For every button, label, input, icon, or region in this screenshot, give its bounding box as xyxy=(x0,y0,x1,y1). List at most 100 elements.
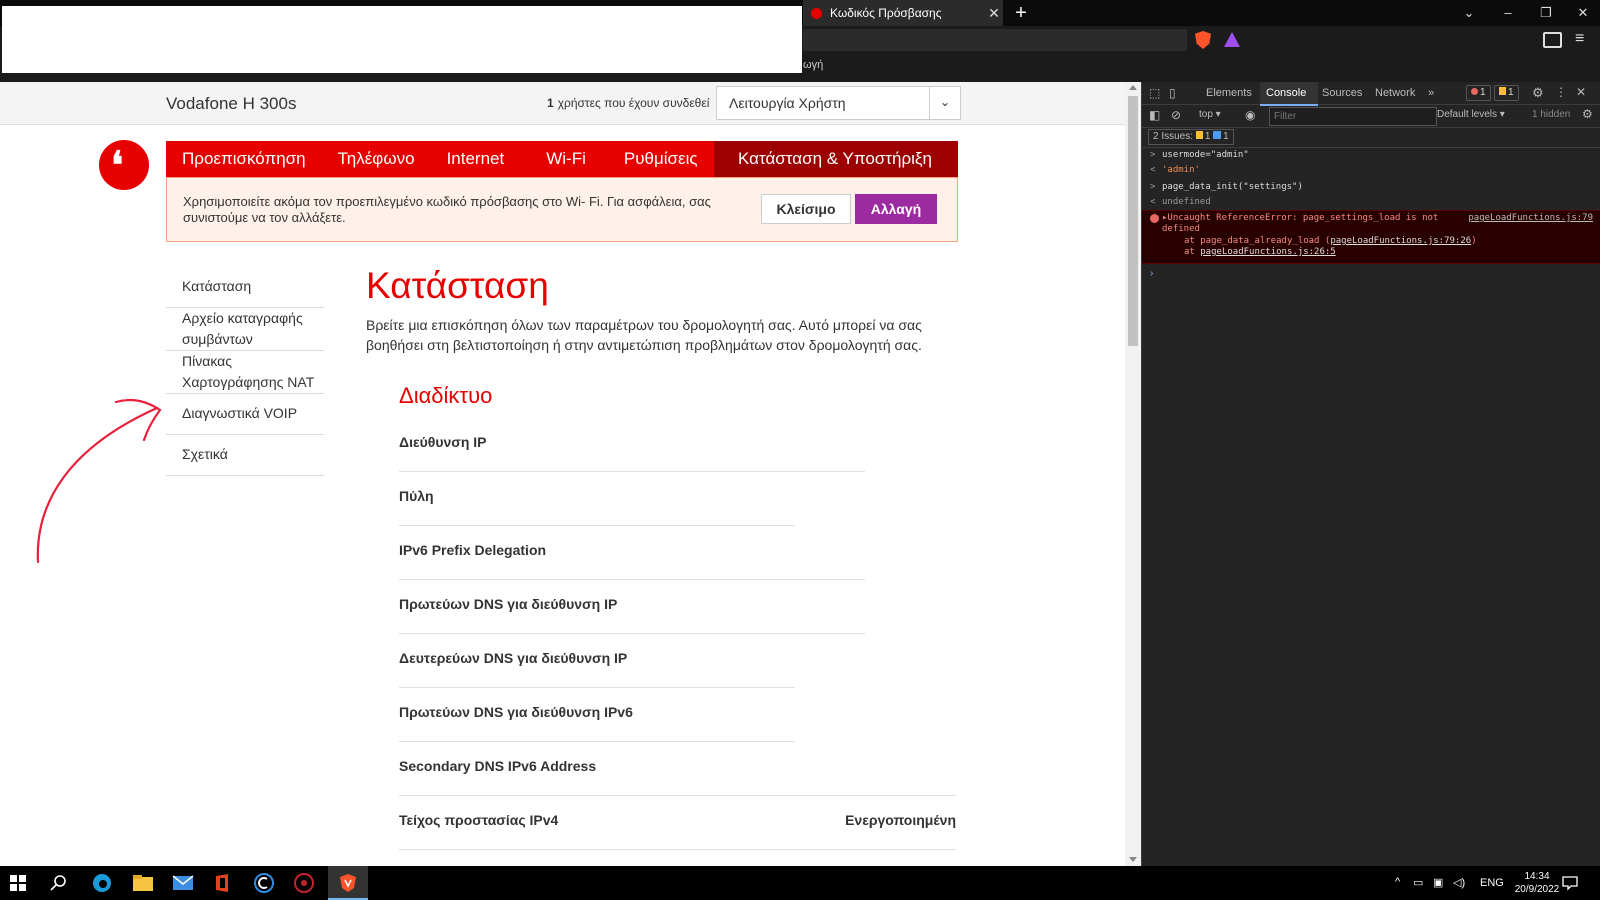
gear-icon[interactable]: ⚙ xyxy=(1532,85,1544,101)
office-icon[interactable] xyxy=(212,873,234,893)
restore-button[interactable]: ❐ xyxy=(1527,0,1565,26)
devtools-tabbar: ⬚ ▯ Elements Console Sources Network » 1… xyxy=(1142,82,1600,106)
mail-icon[interactable] xyxy=(172,873,194,893)
network-icon[interactable]: ▣ xyxy=(1433,876,1443,889)
new-tab-button[interactable]: + xyxy=(1010,2,1032,24)
issues-warning-count: 1 xyxy=(1204,131,1211,142)
issues-info-count: 1 xyxy=(1223,131,1229,142)
tab-close-icon[interactable]: ✕ xyxy=(985,5,1003,22)
wifi-password-banner: Χρησιμοποιείτε ακόμα τον προεπιλεγμένο κ… xyxy=(166,177,958,242)
brave-rewards-icon[interactable] xyxy=(1224,32,1240,47)
console-result: 'admin' xyxy=(1162,165,1200,175)
scroll-thumb[interactable] xyxy=(1128,96,1138,346)
tab-console[interactable]: Console xyxy=(1266,87,1306,99)
brave-browser-icon[interactable] xyxy=(337,873,359,893)
bookmark-item[interactable]: ωγή xyxy=(803,59,823,71)
ccleaner-icon[interactable] xyxy=(253,873,275,893)
row-ipv4-firewall: Τείχος προστασίας IPv4 Ενεργοποιημένη xyxy=(399,812,956,850)
scroll-down-icon[interactable] xyxy=(1129,857,1137,862)
sidebar-toggle-icon[interactable]: ◧ xyxy=(1149,108,1160,122)
tray-chevron-icon[interactable]: ^ xyxy=(1395,876,1400,888)
console-toolbar: ◧ ⊘ top ▾ ◉ Default levels ▾ 1 hidden ⚙ xyxy=(1142,104,1600,128)
error-source-link[interactable]: pageLoadFunctions.js:79 xyxy=(1468,213,1593,223)
row-secondary-dns-ipv6: Secondary DNS IPv6 Address xyxy=(399,758,956,796)
clear-console-icon[interactable]: ⊘ xyxy=(1171,108,1181,122)
active-tab[interactable]: Κωδικός Πρόσβασης ✕ xyxy=(803,0,1003,26)
tab-title: Κωδικός Πρόσβασης xyxy=(830,6,942,20)
device-toolbar-icon[interactable]: ▯ xyxy=(1169,86,1176,100)
inspect-element-icon[interactable]: ⬚ xyxy=(1149,86,1160,100)
nav-overview[interactable]: Προεπισκόπηση xyxy=(166,141,322,177)
tab-network[interactable]: Network xyxy=(1375,87,1415,99)
page-scrollbar[interactable] xyxy=(1125,82,1141,866)
banner-change-button[interactable]: Αλλαγή xyxy=(855,194,937,224)
eye-icon[interactable]: ◉ xyxy=(1245,108,1255,122)
context-selector[interactable]: top ▾ xyxy=(1199,109,1221,120)
file-explorer-icon[interactable] xyxy=(132,873,154,893)
edge-icon[interactable] xyxy=(91,873,113,893)
section-title-internet: Διαδίκτυο xyxy=(399,383,493,408)
chevron-down-icon: ⌄ xyxy=(929,87,960,119)
close-devtools-icon[interactable]: ✕ xyxy=(1576,85,1586,99)
address-bar[interactable] xyxy=(803,29,1187,51)
info-icon xyxy=(1213,131,1222,139)
input-language[interactable]: ENG xyxy=(1480,877,1504,889)
row-label: Διεύθυνση IP xyxy=(399,434,487,450)
stack-frame-link[interactable]: pageLoadFunctions.js:26:5 xyxy=(1200,247,1335,257)
side-menu: Κατάσταση Αρχείο καταγραφής συμβάντων Πί… xyxy=(166,267,324,476)
error-count-badge[interactable]: 1 xyxy=(1466,85,1491,101)
side-item-status[interactable]: Κατάσταση xyxy=(166,267,324,308)
row-ip-address: Διεύθυνση IP xyxy=(399,434,865,472)
issues-button[interactable]: 2 Issues: 1 1 xyxy=(1148,129,1234,145)
row-label: IPv6 Prefix Delegation xyxy=(399,542,547,558)
stack-frame-link[interactable]: pageLoadFunctions.js:79:26 xyxy=(1330,236,1471,246)
error-text: ▸Uncaught ReferenceError: page_settings_… xyxy=(1162,213,1439,223)
more-tabs-icon[interactable]: » xyxy=(1428,87,1434,99)
side-item-event-log[interactable]: Αρχείο καταγραφής συμβάντων xyxy=(166,308,324,351)
clock-date[interactable]: 20/9/2022 xyxy=(1508,884,1566,895)
banner-close-button[interactable]: Κλείσιμο xyxy=(761,194,851,224)
users-count-value: 1 xyxy=(547,96,554,110)
browser-menu-icon[interactable]: ≡ xyxy=(1575,30,1584,48)
notifications-icon[interactable] xyxy=(1562,876,1584,896)
console-settings-icon[interactable]: ⚙ xyxy=(1582,107,1593,121)
side-item-nat-table[interactable]: Πίνακας Χαρτογράφησης NAT xyxy=(166,351,324,394)
console-command: usermode="admin" xyxy=(1162,150,1249,160)
windows-start-icon[interactable] xyxy=(10,875,32,895)
antivirus-icon[interactable] xyxy=(293,873,315,893)
kebab-menu-icon[interactable]: ⋮ xyxy=(1555,85,1567,99)
stack-frame-text: at xyxy=(1184,247,1201,257)
close-window-button[interactable]: ✕ xyxy=(1564,0,1600,26)
battery-icon[interactable]: ▭ xyxy=(1413,876,1423,889)
nav-phone[interactable]: Τηλέφωνο xyxy=(322,141,431,177)
tab-elements[interactable]: Elements xyxy=(1206,87,1252,99)
result-arrow-icon: < xyxy=(1150,165,1156,175)
connected-users: 1 χρήστες που έχουν συνδεθεί xyxy=(547,96,709,110)
router-model: Vodafone H 300s xyxy=(166,94,297,113)
user-mode-select[interactable]: Λειτουργία Χρήστη ⌄ xyxy=(716,86,961,120)
annotation-arrow xyxy=(36,399,162,564)
page-description: Βρείτε μια επισκόπηση όλων των παραμέτρω… xyxy=(366,317,922,353)
side-item-voip-diagnostics[interactable]: Διαγνωστικά VOIP xyxy=(166,394,324,435)
volume-icon[interactable]: ◁) xyxy=(1453,876,1465,889)
page-title: Κατάσταση xyxy=(366,265,549,306)
search-icon[interactable] xyxy=(50,874,72,894)
console-prompt[interactable]: › xyxy=(1150,268,1153,279)
tab-search-button[interactable]: ⌄ xyxy=(1450,0,1488,26)
nav-wifi[interactable]: Wi-Fi xyxy=(520,141,602,177)
side-item-about[interactable]: Σχετικά xyxy=(166,435,324,476)
tab-sources[interactable]: Sources xyxy=(1322,87,1362,99)
warning-count-badge[interactable]: 1 xyxy=(1494,85,1519,101)
issues-bar: 2 Issues: 1 1 xyxy=(1142,127,1600,148)
nav-internet[interactable]: Internet xyxy=(431,141,521,177)
console-filter-input[interactable] xyxy=(1269,107,1437,126)
log-levels-select[interactable]: Default levels ▾ xyxy=(1437,109,1505,120)
console-result: undefined xyxy=(1162,197,1211,207)
scroll-up-icon[interactable] xyxy=(1129,85,1137,90)
nav-status-support[interactable]: Κατάσταση & Υποστήριξη xyxy=(714,141,958,177)
wallet-icon[interactable] xyxy=(1543,32,1562,48)
clock-time[interactable]: 14:34 xyxy=(1516,871,1558,882)
row-label: Πρωτεύων DNS για διεύθυνση IP xyxy=(399,596,618,612)
nav-settings[interactable]: Ρυθμίσεις xyxy=(602,141,714,177)
minimize-button[interactable]: – xyxy=(1489,0,1527,26)
